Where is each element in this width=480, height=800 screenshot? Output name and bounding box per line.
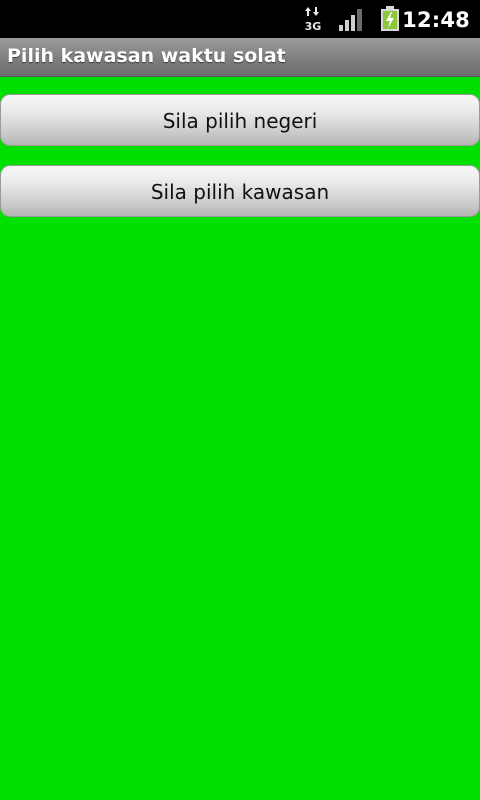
network-3g-label: 3G xyxy=(305,20,322,32)
status-bar: 3G 12:48 xyxy=(0,0,480,38)
page-title: Pilih kawasan waktu solat xyxy=(7,45,286,67)
network-3g-icon: 3G xyxy=(305,7,322,32)
battery-charging-icon xyxy=(381,6,399,31)
status-clock: 12:48 xyxy=(402,8,470,32)
select-state-button[interactable]: Sila pilih negeri xyxy=(0,94,480,146)
title-bar: Pilih kawasan waktu solat xyxy=(0,38,480,77)
signal-bars-icon xyxy=(339,9,362,31)
select-zone-button[interactable]: Sila pilih kawasan xyxy=(0,165,480,217)
